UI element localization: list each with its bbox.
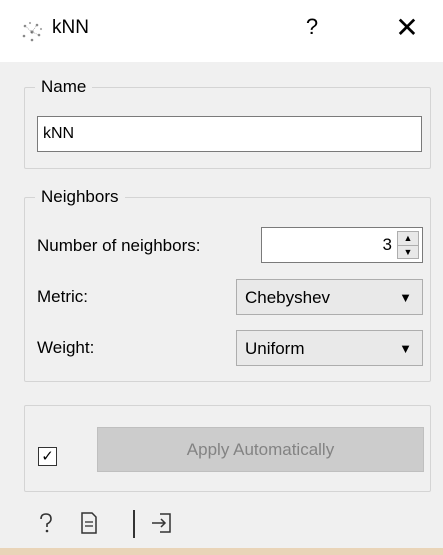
footer-separator — [133, 510, 135, 538]
question-icon[interactable] — [36, 512, 56, 540]
apply-automatically-button[interactable]: Apply Automatically — [97, 427, 424, 472]
bottom-strip — [0, 548, 443, 555]
knn-scatter-icon — [22, 21, 43, 42]
help-button[interactable]: ? — [300, 14, 324, 40]
output-icon[interactable] — [150, 512, 172, 540]
name-input[interactable]: kNN — [37, 116, 422, 152]
spin-up-icon[interactable]: ▲ — [398, 232, 418, 246]
apply-automatically-checkbox[interactable]: ✓ — [38, 447, 57, 466]
chevron-down-icon: ▼ — [399, 290, 412, 305]
name-legend: Name — [35, 77, 93, 97]
neighbors-legend: Neighbors — [35, 187, 125, 207]
report-icon[interactable] — [80, 512, 98, 540]
title-bar: kNN ? ✕ — [0, 0, 443, 62]
metric-label: Metric: — [37, 287, 88, 306]
number-of-neighbors-value: 3 — [382, 235, 392, 254]
window-title: kNN — [52, 17, 89, 38]
metric-value: Chebyshev — [245, 288, 331, 307]
weight-label: Weight: — [37, 338, 95, 357]
chevron-down-icon: ▼ — [399, 341, 412, 356]
number-of-neighbors-spinbox[interactable]: 3 ▲ ▼ — [261, 227, 423, 263]
spin-buttons[interactable]: ▲ ▼ — [397, 231, 419, 259]
spin-down-icon[interactable]: ▼ — [398, 246, 418, 259]
number-of-neighbors-label: Number of neighbors: — [37, 236, 201, 255]
close-button[interactable]: ✕ — [392, 10, 422, 46]
weight-combobox[interactable]: Uniform ▼ — [236, 330, 423, 366]
metric-combobox[interactable]: Chebyshev ▼ — [236, 279, 423, 315]
weight-value: Uniform — [245, 339, 305, 358]
